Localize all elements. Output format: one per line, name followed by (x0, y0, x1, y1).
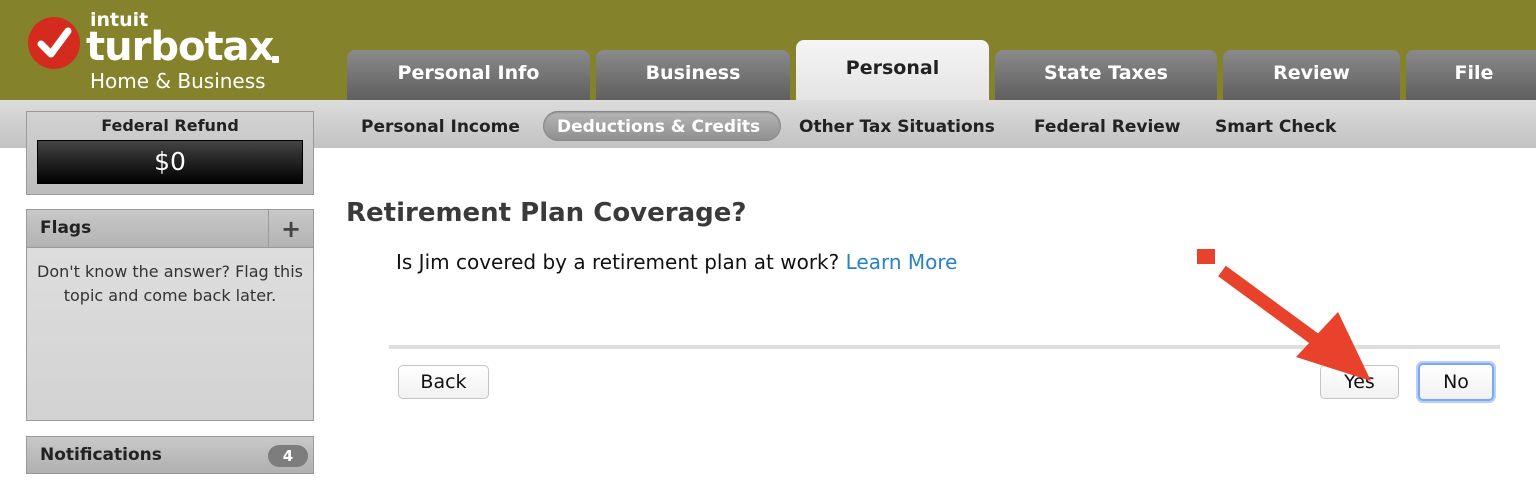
notifications-count-badge: 4 (268, 445, 308, 467)
arrow-tail-mark (1197, 249, 1215, 264)
yes-button[interactable]: Yes (1320, 365, 1399, 399)
checkmark-icon (28, 17, 80, 69)
subnav-smart-check[interactable]: Smart Check (1215, 114, 1336, 140)
tab-personal-info[interactable]: Personal Info (347, 50, 590, 100)
learn-more-link[interactable]: Learn More (846, 250, 958, 274)
edition-name: Home & Business (90, 69, 266, 93)
page-title: Retirement Plan Coverage? (346, 198, 747, 228)
tab-review[interactable]: Review (1223, 50, 1400, 100)
subnav-deductions-credits[interactable]: Deductions & Credits (557, 114, 760, 140)
turbotax-wordmark: turbotax (86, 24, 274, 70)
no-button[interactable]: No (1418, 363, 1494, 401)
question-text: Is Jim covered by a retirement plan at w… (396, 250, 957, 274)
arrow-shaft (1218, 265, 1320, 346)
app-header: intuit turbotax Home & Business Personal… (0, 0, 1536, 100)
subnav-other-tax-situations[interactable]: Other Tax Situations (799, 114, 995, 140)
subnav-personal-income[interactable]: Personal Income (361, 114, 520, 140)
notifications-panel[interactable]: Notifications 4 (26, 436, 314, 474)
federal-refund-panel: Federal Refund $0 (26, 111, 314, 195)
notifications-title: Notifications (40, 445, 162, 465)
flags-title: Flags (40, 218, 92, 238)
turbotax-logo: intuit turbotax Home & Business (0, 0, 300, 100)
logo-dot (272, 56, 279, 63)
tab-file[interactable]: File (1406, 50, 1536, 100)
tab-personal[interactable]: Personal (796, 40, 989, 100)
flags-help-text: Don't know the answer? Flag this topic a… (37, 262, 303, 305)
subnav-federal-review[interactable]: Federal Review (1034, 114, 1181, 140)
federal-refund-label: Federal Refund (101, 116, 239, 135)
tab-business[interactable]: Business (596, 50, 790, 100)
back-button[interactable]: Back (398, 365, 489, 399)
tab-state-taxes[interactable]: State Taxes (995, 50, 1217, 100)
federal-refund-amount: $0 (37, 140, 303, 184)
plus-icon[interactable]: + (268, 210, 313, 248)
flags-panel: Flags + Don't know the answer? Flag this… (26, 209, 314, 421)
flags-header: Flags + (27, 210, 313, 248)
question-label: Is Jim covered by a retirement plan at w… (396, 250, 840, 274)
content-divider (389, 345, 1500, 349)
